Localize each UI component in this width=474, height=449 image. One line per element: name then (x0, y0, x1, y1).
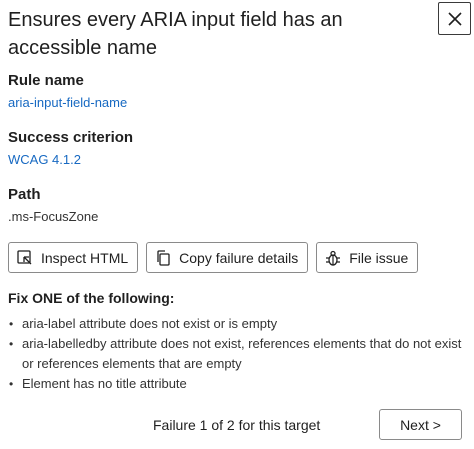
fix-list-item: • Element has no title attribute (8, 374, 468, 394)
rule-name-link[interactable]: aria-input-field-name (8, 95, 127, 110)
panel-title: Ensures every ARIA input field has an ac… (8, 9, 343, 59)
path-value: .ms-FocusZone (8, 209, 99, 224)
fix-item-text: aria-labelledby attribute does not exist… (22, 336, 462, 371)
close-icon (447, 11, 462, 26)
inspect-html-label: Inspect HTML (41, 249, 129, 266)
fix-list: • aria-label attribute does not exist or … (8, 314, 468, 394)
bug-icon (326, 250, 341, 266)
bullet-icon: • (9, 317, 14, 331)
failure-count-status: Failure 1 of 2 for this target (153, 417, 321, 433)
failure-details-panel: Ensures every ARIA input field has an ac… (0, 0, 474, 449)
next-button[interactable]: Next > (379, 409, 462, 440)
bullet-icon: • (9, 337, 14, 351)
inspect-icon (17, 249, 32, 264)
close-button[interactable] (438, 2, 471, 35)
fix-title: Fix ONE of the following: (8, 290, 175, 306)
copy-failure-details-button[interactable]: Copy failure details (146, 242, 309, 273)
copy-failure-details-label: Copy failure details (179, 249, 299, 266)
success-criterion-link[interactable]: WCAG 4.1.2 (8, 152, 81, 167)
file-issue-button[interactable]: File issue (316, 242, 419, 273)
path-label: Path (8, 186, 41, 203)
fix-list-item: • aria-labelledby attribute does not exis… (8, 334, 468, 374)
fix-item-text: Element has no title attribute (22, 376, 187, 391)
rule-name-label: Rule name (8, 72, 84, 89)
fix-list-item: • aria-label attribute does not exist or … (8, 314, 468, 334)
fix-item-text: aria-label attribute does not exist or i… (22, 316, 278, 331)
bullet-icon: • (9, 377, 14, 391)
success-criterion-label: Success criterion (8, 129, 134, 146)
inspect-html-button[interactable]: Inspect HTML (8, 242, 139, 273)
action-buttons: Inspect HTML Copy failure details File i… (8, 242, 419, 273)
file-issue-label: File issue (349, 249, 409, 266)
copy-icon (157, 249, 170, 266)
